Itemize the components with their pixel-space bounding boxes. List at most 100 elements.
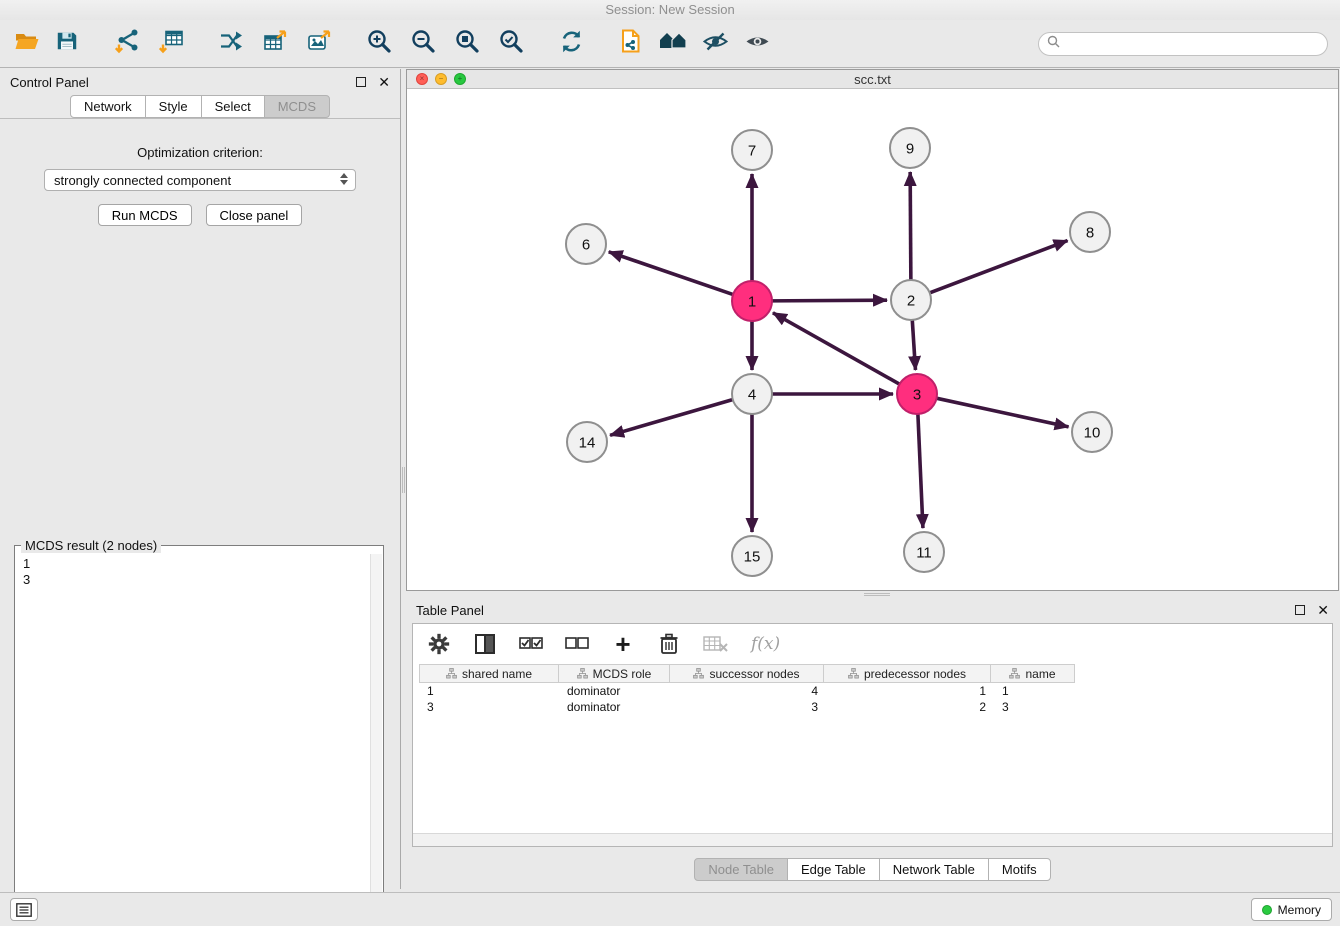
first-neighbors-button[interactable] <box>656 27 690 61</box>
show-all-button[interactable] <box>740 27 774 61</box>
delete-column-button[interactable] <box>657 631 681 657</box>
node-label: 11 <box>916 545 932 562</box>
float-panel-icon[interactable] <box>356 77 366 87</box>
network-arrows-icon <box>218 28 245 60</box>
column-header-label: predecessor nodes <box>864 667 966 681</box>
sort-hierarchy-icon <box>1009 668 1020 679</box>
node-label: 8 <box>1086 225 1094 242</box>
search-input[interactable] <box>1065 37 1319 51</box>
status-bar: Memory <box>0 892 1340 926</box>
table-cell: 4 <box>671 683 826 699</box>
zoom-fit-icon <box>454 28 481 60</box>
import-network-button[interactable] <box>110 27 144 61</box>
open-folder-icon <box>14 28 40 59</box>
close-panel-icon[interactable]: ✕ <box>378 77 390 87</box>
table-cell: 3 <box>671 699 826 715</box>
function-builder-button[interactable]: f(x) <box>751 631 780 657</box>
tab-motifs[interactable]: Motifs <box>988 858 1051 881</box>
column-header-successor-nodes[interactable]: successor nodes <box>669 664 824 683</box>
table-horizontal-scrollbar[interactable] <box>413 833 1332 846</box>
node-11[interactable]: 11 <box>904 532 944 572</box>
edge-3-11[interactable] <box>918 412 923 528</box>
column-header-MCDS-role[interactable]: MCDS role <box>558 664 670 683</box>
columns-icon <box>474 633 496 655</box>
criterion-select[interactable]: strongly connected component <box>44 169 356 191</box>
node-label: 10 <box>1084 425 1101 442</box>
hide-selected-button[interactable] <box>698 27 732 61</box>
refresh-button[interactable] <box>554 27 588 61</box>
node-6[interactable]: 6 <box>566 224 606 264</box>
column-header-predecessor-nodes[interactable]: predecessor nodes <box>823 664 991 683</box>
tab-node-table[interactable]: Node Table <box>694 858 788 881</box>
node-1[interactable]: 1 <box>732 281 772 321</box>
main-toolbar <box>0 20 1340 68</box>
memory-indicator-dot <box>1262 905 1272 915</box>
select-all-rows-button[interactable] <box>519 631 543 657</box>
node-15[interactable]: 15 <box>732 536 772 576</box>
zoom-out-button[interactable] <box>406 27 440 61</box>
toggle-columns-button[interactable] <box>473 631 497 657</box>
share-document-button[interactable] <box>614 27 648 61</box>
edge-3-10[interactable] <box>935 398 1069 427</box>
delete-table-button[interactable] <box>703 631 729 657</box>
tab-edge-table[interactable]: Edge Table <box>787 858 880 881</box>
save-session-button[interactable] <box>50 27 84 61</box>
zoom-selected-icon <box>498 28 525 60</box>
tab-mcds[interactable]: MCDS <box>264 95 330 118</box>
panel-toggle-button[interactable] <box>10 898 38 921</box>
result-scrollbar[interactable] <box>370 554 382 924</box>
search-field <box>1038 32 1328 56</box>
add-column-button[interactable]: + <box>611 631 635 657</box>
gear-icon <box>427 632 451 656</box>
import-table-button[interactable] <box>154 27 188 61</box>
run-mcds-button[interactable]: Run MCDS <box>98 204 192 226</box>
export-table-button[interactable] <box>258 27 292 61</box>
export-image-button[interactable] <box>302 27 336 61</box>
edge-2-3[interactable] <box>912 318 915 370</box>
open-session-button[interactable] <box>10 27 44 61</box>
node-7[interactable]: 7 <box>732 130 772 170</box>
mcds-result-title: MCDS result (2 nodes) <box>21 538 161 553</box>
list-icon <box>16 903 32 917</box>
edge-1-6[interactable] <box>609 252 735 295</box>
zoom-in-button[interactable] <box>362 27 396 61</box>
tab-network-table[interactable]: Network Table <box>879 858 989 881</box>
memory-button[interactable]: Memory <box>1251 898 1332 921</box>
edge-4-14[interactable] <box>610 399 735 435</box>
float-table-panel-icon[interactable] <box>1295 605 1305 615</box>
node-3[interactable]: 3 <box>897 374 937 414</box>
edge-2-9[interactable] <box>910 172 911 282</box>
edge-2-8[interactable] <box>928 241 1068 294</box>
column-header-label: shared name <box>462 667 532 681</box>
deselect-all-rows-button[interactable] <box>565 631 589 657</box>
column-header-shared-name[interactable]: shared name <box>419 664 559 683</box>
edge-1-2[interactable] <box>770 300 887 301</box>
node-10[interactable]: 10 <box>1072 412 1112 452</box>
table-row[interactable]: 3dominator323 <box>419 699 1332 715</box>
node-4[interactable]: 4 <box>732 374 772 414</box>
graph-canvas[interactable]: 7 9 6 8 1 2 4 3 14 10 15 11 <box>407 89 1338 590</box>
zoom-selected-button[interactable] <box>494 27 528 61</box>
tab-network[interactable]: Network <box>70 95 146 118</box>
edge-3-1[interactable] <box>773 313 901 385</box>
tab-style[interactable]: Style <box>145 95 202 118</box>
tab-select[interactable]: Select <box>201 95 265 118</box>
close-table-panel-icon[interactable]: ✕ <box>1317 605 1329 615</box>
node-14[interactable]: 14 <box>567 422 607 462</box>
table-cell: 3 <box>994 699 1079 715</box>
select-stepper-icon <box>340 173 348 185</box>
table-cell: dominator <box>559 699 671 715</box>
node-2[interactable]: 2 <box>891 280 931 320</box>
node-label: 7 <box>748 143 756 160</box>
zoom-fit-button[interactable] <box>450 27 484 61</box>
column-header-name[interactable]: name <box>990 664 1075 683</box>
table-settings-button[interactable] <box>427 631 451 657</box>
table-row[interactable]: 1dominator411 <box>419 683 1332 699</box>
table-cell: 1 <box>419 683 559 699</box>
close-panel-button[interactable]: Close panel <box>206 204 303 226</box>
sort-hierarchy-icon <box>693 668 704 679</box>
node-9[interactable]: 9 <box>890 128 930 168</box>
refresh-icon <box>558 28 585 60</box>
new-network-button[interactable] <box>214 27 248 61</box>
node-8[interactable]: 8 <box>1070 212 1110 252</box>
